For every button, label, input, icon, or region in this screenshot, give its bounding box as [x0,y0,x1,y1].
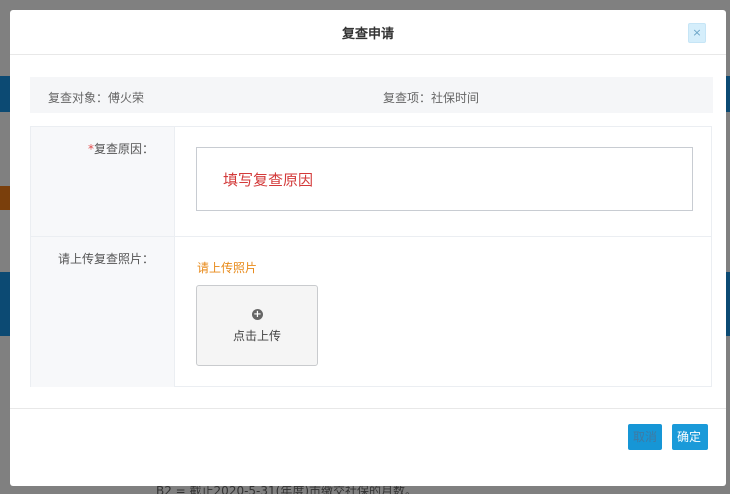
review-form: *复查原因： 填写复查原因 请上传复查照片： 请上传照片 + 点击上传 [30,126,712,387]
reason-label-cell: *复查原因： [31,127,175,236]
reason-input-value: 填写复查原因 [223,171,314,189]
dialog-footer: 取消 确定 [10,408,726,486]
reason-label: *复查原因： [88,140,154,157]
photo-row: 请上传复查照片： 请上传照片 + 点击上传 [31,237,711,387]
photo-label-cell: 请上传复查照片： [31,237,175,387]
reason-input[interactable]: 填写复查原因 [196,147,693,211]
confirm-button[interactable]: 确定 [672,424,708,450]
upload-hint: 请上传照片 [197,261,258,275]
close-icon[interactable]: × [688,23,706,43]
photo-label: 请上传复查照片： [57,252,154,266]
cancel-button[interactable]: 取消 [628,424,662,450]
upload-photo-button[interactable]: + 点击上传 [196,285,318,366]
review-target: 复查对象：傅火荣 [48,91,145,105]
review-request-dialog: 复查申请 × 复查对象：傅火荣 复查项：社保时间 *复查原因： 填写复查原因 请… [10,10,726,486]
review-info-bar: 复查对象：傅火荣 复查项：社保时间 [30,77,713,113]
reason-row: *复查原因： 填写复查原因 [31,127,711,237]
dialog-header: 复查申请 × [10,10,726,55]
reason-label-text: 复查原因： [93,142,154,156]
dialog-title: 复查申请 [341,27,394,42]
upload-label: 点击上传 [232,329,281,343]
plus-circle-icon: + [252,309,263,320]
review-item: 复查项：社保时间 [383,91,480,105]
